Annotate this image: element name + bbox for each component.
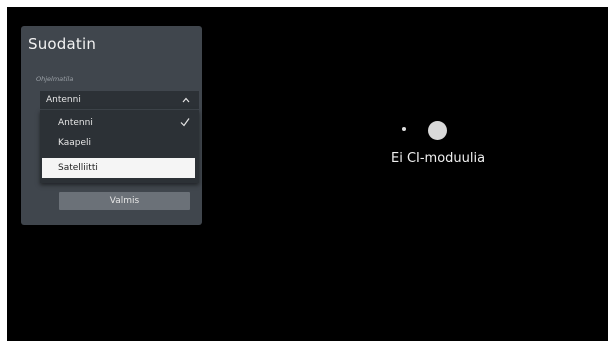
dropdown-list: Antenni Kaapeli Satelliitti bbox=[40, 110, 199, 183]
panel-title: Suodatin bbox=[28, 35, 97, 53]
field-label: Ohjelmatila bbox=[36, 75, 74, 83]
option-kaapeli[interactable]: Kaapeli bbox=[40, 133, 199, 153]
select-value: Antenni bbox=[46, 95, 81, 105]
loading-dot-small bbox=[402, 127, 406, 131]
tv-screen: Suodatin Ohjelmatila Antenni Antenni Kaa… bbox=[7, 7, 608, 341]
option-label: Satelliitti bbox=[58, 163, 98, 173]
option-label: Antenni bbox=[58, 118, 93, 128]
done-button[interactable]: Valmis bbox=[59, 192, 190, 210]
loading-dot-large bbox=[428, 121, 447, 140]
option-satelliitti[interactable]: Satelliitti bbox=[42, 158, 195, 178]
option-antenni[interactable]: Antenni bbox=[40, 113, 199, 133]
program-mode-select[interactable]: Antenni bbox=[40, 91, 199, 109]
chevron-up-icon bbox=[182, 97, 190, 103]
filter-panel: Suodatin Ohjelmatila Antenni Antenni Kaa… bbox=[21, 26, 202, 225]
option-label: Kaapeli bbox=[58, 138, 92, 148]
status-message: Ei CI-moduulia bbox=[391, 151, 486, 166]
checkmark-icon bbox=[180, 118, 190, 127]
